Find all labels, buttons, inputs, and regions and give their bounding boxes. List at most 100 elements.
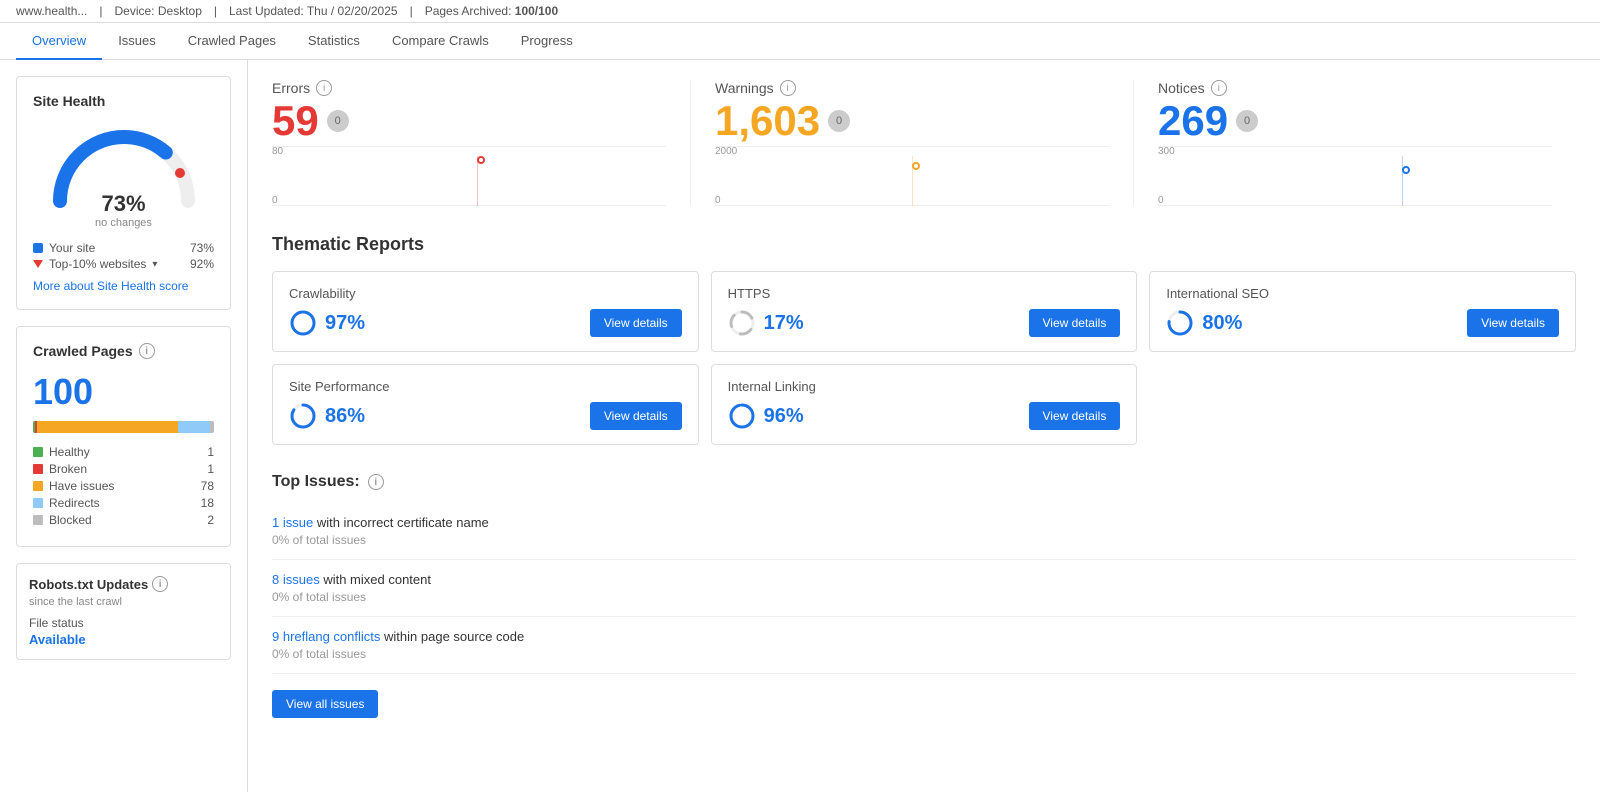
report-international-seo-value: 80% (1166, 309, 1242, 337)
robots-title: Robots.txt Updates i (29, 576, 218, 592)
robots-txt-card: Robots.txt Updates i since the last craw… (16, 563, 231, 660)
issue-2-rest: with mixed content (323, 572, 431, 587)
view-all-issues-button[interactable]: View all issues (272, 690, 378, 718)
warnings-badge: 0 (828, 110, 850, 132)
healthy-label: Healthy (49, 445, 90, 459)
errors-info-icon: i (316, 80, 332, 96)
issue-1-title: 1 issue with incorrect certificate name (272, 515, 1576, 530)
crawlability-circle-icon (289, 309, 317, 337)
errors-label: Errors i (272, 80, 666, 96)
international-seo-circle-icon (1166, 309, 1194, 337)
gauge-container: 73% no changes (33, 121, 214, 229)
notices-chart: 300 0 (1158, 146, 1552, 206)
separator2: | (214, 4, 217, 18)
report-https-title: HTTPS (728, 286, 1121, 301)
main-content: Errors i 59 0 80 0 W (248, 60, 1600, 792)
bar-have-issues (37, 421, 178, 433)
blocked-count: 2 (207, 513, 214, 527)
crawled-pages-card: Crawled Pages i 100 Healthy 1 (16, 326, 231, 547)
internal-linking-view-details-button[interactable]: View details (1029, 402, 1121, 430)
have-issues-label: Have issues (49, 479, 114, 493)
broken-count: 1 (207, 462, 214, 476)
healthy-dot (33, 447, 43, 457)
https-view-details-button[interactable]: View details (1029, 309, 1121, 337)
file-status-label: File status (29, 616, 218, 630)
tab-statistics[interactable]: Statistics (292, 23, 376, 60)
site-performance-view-details-button[interactable]: View details (590, 402, 682, 430)
robots-info-icon: i (152, 576, 168, 592)
issue-2-title: 8 issues with mixed content (272, 572, 1576, 587)
legend-have-issues: Have issues 78 (33, 479, 214, 493)
site-health-more-link[interactable]: More about Site Health score (33, 279, 214, 293)
bar-blocked (210, 421, 214, 433)
top-bar: www.health... | Device: Desktop | Last U… (0, 0, 1600, 23)
errors-section: Errors i 59 0 80 0 (272, 80, 691, 206)
warnings-info-icon: i (780, 80, 796, 96)
errors-chart-dot (477, 156, 485, 164)
notices-chart-dot (1402, 166, 1410, 174)
your-site-value: 73% (190, 241, 214, 255)
report-site-performance-title: Site Performance (289, 379, 682, 394)
tab-compare-crawls[interactable]: Compare Crawls (376, 23, 505, 60)
warnings-label: Warnings i (715, 80, 1109, 96)
tab-progress[interactable]: Progress (505, 23, 589, 60)
top-issues-info-icon: i (368, 474, 384, 490)
issue-3-link[interactable]: 9 hreflang conflicts (272, 629, 380, 644)
pages-info: Pages Archived: 100/100 (425, 4, 558, 18)
issue-1-rest: with incorrect certificate name (317, 515, 489, 530)
device-info: Device: Desktop (115, 4, 202, 18)
top10-value: 92% (190, 257, 214, 271)
crawled-pages-count: 100 (33, 371, 214, 413)
top10-icon (33, 260, 43, 268)
tab-issues[interactable]: Issues (102, 23, 172, 60)
report-https-value: 17% (728, 309, 804, 337)
separator3: | (410, 4, 413, 18)
site-performance-circle-icon (289, 402, 317, 430)
pages-stacked-bar (33, 421, 214, 433)
notices-chart-max: 300 (1158, 146, 1175, 157)
warnings-section: Warnings i 1,603 0 2000 0 (715, 80, 1134, 206)
issue-3-sub: 0% of total issues (272, 647, 1576, 661)
warnings-chart-max: 2000 (715, 146, 737, 157)
last-updated: Last Updated: Thu / 02/20/2025 (229, 4, 398, 18)
domain: www.health... (16, 4, 87, 18)
notices-value: 269 0 (1158, 100, 1552, 142)
thematic-reports-title: Thematic Reports (272, 234, 1576, 255)
international-seo-view-details-button[interactable]: View details (1467, 309, 1559, 337)
redirects-dot (33, 498, 43, 508)
internal-linking-circle-icon (728, 402, 756, 430)
broken-dot (33, 464, 43, 474)
report-international-seo-title: International SEO (1166, 286, 1559, 301)
issue-3-rest: within page source code (384, 629, 524, 644)
metrics-row: Errors i 59 0 80 0 W (272, 80, 1576, 206)
tab-bar: Overview Issues Crawled Pages Statistics… (0, 23, 1600, 60)
issue-row-3: 9 hreflang conflicts within page source … (272, 617, 1576, 674)
warnings-chart-topline (715, 146, 1109, 147)
notices-chart-topline (1158, 146, 1552, 147)
issue-2-link[interactable]: 8 issues (272, 572, 320, 587)
issue-2-sub: 0% of total issues (272, 590, 1576, 604)
warnings-chart-vline (912, 156, 913, 206)
your-site-dot (33, 243, 43, 253)
issue-1-link[interactable]: 1 issue (272, 515, 313, 530)
robots-sub: since the last crawl (29, 596, 218, 608)
issue-row-2: 8 issues with mixed content 0% of total … (272, 560, 1576, 617)
tab-crawled-pages[interactable]: Crawled Pages (172, 23, 292, 60)
your-site-label: Your site (49, 241, 95, 255)
report-card-https: HTTPS 17% View details (711, 271, 1138, 352)
notices-label: Notices i (1158, 80, 1552, 96)
blocked-dot (33, 515, 43, 525)
crawlability-view-details-button[interactable]: View details (590, 309, 682, 337)
report-card-crawlability: Crawlability 97% View details (272, 271, 699, 352)
issue-3-title: 9 hreflang conflicts within page source … (272, 629, 1576, 644)
issue-1-sub: 0% of total issues (272, 533, 1576, 547)
have-issues-count: 78 (201, 479, 214, 493)
report-site-performance-value: 86% (289, 402, 365, 430)
tab-overview[interactable]: Overview (16, 23, 102, 60)
notices-chart-vline (1402, 156, 1403, 206)
top-issues-title: Top Issues: i (272, 473, 1576, 491)
issue-row-1: 1 issue with incorrect certificate name … (272, 503, 1576, 560)
separator: | (99, 4, 102, 18)
file-status-value: Available (29, 632, 218, 647)
errors-chart-vline (477, 156, 478, 206)
